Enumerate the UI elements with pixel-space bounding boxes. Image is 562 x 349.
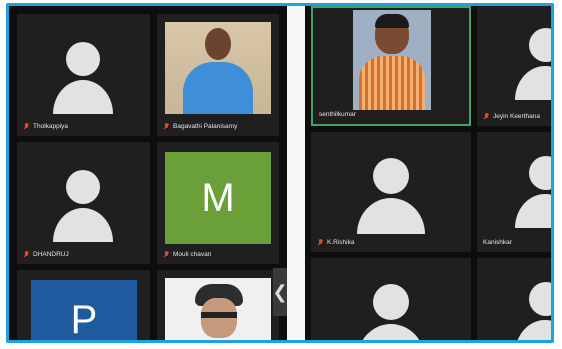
participant-tile[interactable] <box>477 258 551 340</box>
participant-tile[interactable]: K.Rishika <box>311 132 471 252</box>
avatar-icon <box>529 156 551 190</box>
avatar-body <box>515 194 551 228</box>
avatar-body <box>357 324 425 340</box>
left-gallery-panel: Tholkappiya Bagavathi Palanisamy DHANDRU… <box>9 6 287 340</box>
mic-muted-icon <box>23 251 30 258</box>
mic-muted-icon <box>317 239 324 246</box>
participant-name: Jeyin Keerthana <box>483 113 540 120</box>
mic-muted-icon <box>483 113 490 120</box>
participant-video <box>165 278 271 340</box>
letter-avatar: P <box>31 280 137 340</box>
participant-name: K.Rishika <box>317 239 354 246</box>
participant-name: Tholkappiya <box>23 123 68 130</box>
avatar-icon <box>66 170 100 204</box>
participant-name: Kanishkar <box>483 239 512 246</box>
participant-tile-active[interactable]: senthilkumar <box>311 6 471 126</box>
avatar-icon <box>529 28 551 62</box>
right-gallery-panel: senthilkumar Jeyin Keerthana K.Rishika K… <box>305 6 551 340</box>
avatar-body <box>53 80 113 114</box>
participant-tile[interactable]: P <box>17 270 150 340</box>
participant-tile[interactable]: Bagavathi Palanisamy <box>157 14 279 136</box>
participant-tile[interactable]: M Mouli chavan <box>157 142 279 264</box>
participant-video <box>165 22 271 114</box>
letter-avatar: M <box>165 152 271 244</box>
avatar-icon <box>529 282 551 316</box>
participant-name: Bagavathi Palanisamy <box>163 123 237 130</box>
avatar-body <box>53 208 113 242</box>
mic-muted-icon <box>23 123 30 130</box>
mic-muted-icon <box>163 251 170 258</box>
chevron-right-icon[interactable]: ❮ <box>272 268 287 316</box>
avatar-icon <box>66 42 100 76</box>
avatar-icon <box>373 158 409 194</box>
participant-tile[interactable]: Kanishkar <box>477 132 551 252</box>
participant-name: DHANDRUJ <box>23 251 69 258</box>
participant-tile[interactable]: DHANDRUJ <box>17 142 150 264</box>
participant-tile[interactable] <box>311 258 471 340</box>
avatar-body <box>515 66 551 100</box>
avatar-icon <box>373 284 409 320</box>
participant-name: senthilkumar <box>319 111 356 118</box>
meeting-gallery-frame: Tholkappiya Bagavathi Palanisamy DHANDRU… <box>6 3 554 343</box>
avatar-body <box>357 198 425 234</box>
participant-video <box>353 10 431 110</box>
participant-name: Mouli chavan <box>163 251 211 258</box>
mic-muted-icon <box>163 123 170 130</box>
participant-tile[interactable]: Jeyin Keerthana <box>477 6 551 126</box>
participant-tile[interactable] <box>157 270 279 340</box>
avatar-body <box>515 320 551 340</box>
participant-tile[interactable]: Tholkappiya <box>17 14 150 136</box>
panel-divider <box>287 6 305 340</box>
